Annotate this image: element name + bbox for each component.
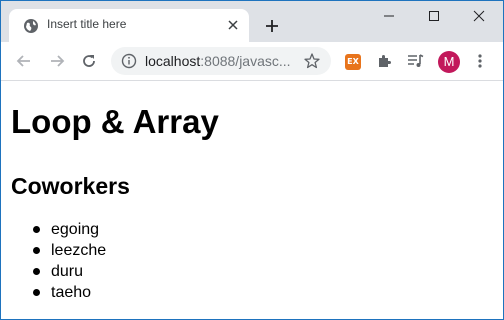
playlist-icon xyxy=(408,54,424,67)
list-item: duru xyxy=(1,261,106,282)
more-vertical-icon xyxy=(478,54,482,68)
address-bar[interactable]: localhost:8088/javasc... xyxy=(111,47,331,75)
list-item: egoing xyxy=(1,219,106,240)
tab-title: Insert title here xyxy=(47,17,127,31)
reload-button[interactable] xyxy=(78,50,100,72)
minimize-icon xyxy=(384,15,394,17)
plus-icon xyxy=(266,20,278,32)
browser-toolbar: localhost:8088/javasc... EX M xyxy=(1,42,503,81)
minimize-button[interactable] xyxy=(366,1,412,31)
close-icon xyxy=(473,10,485,22)
back-button[interactable] xyxy=(13,50,35,72)
arrow-left-icon xyxy=(16,55,30,67)
browser-tab[interactable]: Insert title here xyxy=(9,9,249,42)
list-item: taeho xyxy=(1,282,106,303)
extension-ex-icon[interactable]: EX xyxy=(345,54,361,70)
new-tab-button[interactable] xyxy=(261,15,283,37)
close-window-button[interactable] xyxy=(456,1,502,31)
media-control-button[interactable] xyxy=(405,50,427,72)
maximize-icon xyxy=(429,11,439,21)
tab-close-button[interactable] xyxy=(225,17,241,33)
list-item: leezche xyxy=(1,240,106,261)
page-title: Loop & Array xyxy=(11,103,219,140)
globe-icon xyxy=(24,19,38,33)
profile-avatar[interactable]: M xyxy=(438,51,460,73)
star-icon[interactable] xyxy=(303,52,321,70)
puzzle-icon xyxy=(379,55,391,67)
maximize-button[interactable] xyxy=(411,1,457,31)
section-heading: Coworkers xyxy=(11,173,130,199)
url-host: localhost xyxy=(145,53,201,69)
extensions-button[interactable] xyxy=(373,50,395,72)
tab-strip: Insert title here xyxy=(1,1,503,42)
page-content: Loop & Array Coworkers egoing leezche du… xyxy=(1,81,503,319)
reload-icon xyxy=(83,55,95,67)
arrow-right-icon xyxy=(51,55,65,67)
browser-window: Insert title here localhost:8088/javasc.… xyxy=(0,0,504,320)
info-icon[interactable] xyxy=(121,53,137,69)
coworkers-list: egoing leezche duru taeho xyxy=(1,219,106,303)
forward-button[interactable] xyxy=(46,50,68,72)
url-text[interactable]: localhost:8088/javasc... xyxy=(145,53,297,69)
close-icon xyxy=(228,20,238,30)
menu-button[interactable] xyxy=(469,50,491,72)
url-path: :8088/javasc... xyxy=(200,53,291,69)
